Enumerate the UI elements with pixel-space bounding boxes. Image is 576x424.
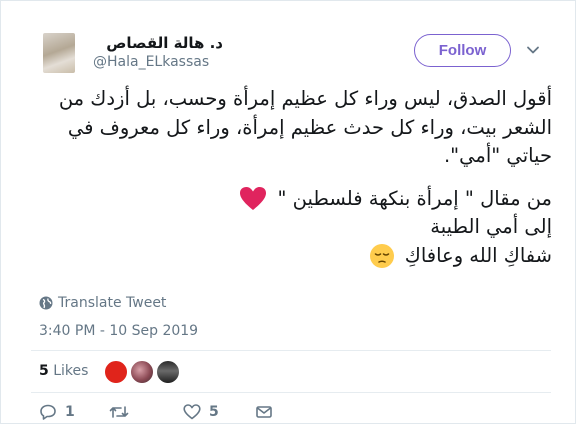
likes-number: 5 xyxy=(39,363,49,379)
follow-button[interactable]: Follow xyxy=(414,34,511,67)
likes-count[interactable]: 5 Likes xyxy=(39,363,88,379)
direct-message-button[interactable] xyxy=(255,404,273,420)
tweet-card: د. هالة القصاص @Hala_ELkassas Follow أقو… xyxy=(0,0,576,424)
retweet-icon xyxy=(109,406,129,418)
like-button[interactable]: 5 xyxy=(183,404,219,420)
chevron-down-icon[interactable] xyxy=(526,43,540,57)
liker-avatar[interactable] xyxy=(130,360,154,384)
tweet-line: أقول الصدق، ليس وراء كل عظيم إمرأة وحسب،… xyxy=(58,87,552,110)
timestamp[interactable]: 3:40 PM - 10 Sep 2019 xyxy=(39,323,198,339)
divider xyxy=(31,350,551,351)
likes-label: Likes xyxy=(53,363,89,379)
like-count: 5 xyxy=(209,404,219,420)
tweet-line: إلى أمي الطيبة xyxy=(430,215,552,238)
red-heart-icon xyxy=(240,187,267,210)
tweet-line: حياتي "أمي". xyxy=(443,144,552,167)
globe-icon xyxy=(39,296,53,310)
liker-avatar[interactable] xyxy=(104,360,128,384)
user-handle[interactable]: @Hala_ELkassas xyxy=(93,54,209,70)
retweet-button[interactable] xyxy=(109,404,137,420)
user-name[interactable]: د. هالة القصاص xyxy=(93,34,223,52)
tweet-line-text: شفاكِ الله وعافاكِ xyxy=(404,243,552,267)
liker-avatar[interactable] xyxy=(156,360,180,384)
reply-count: 1 xyxy=(65,404,75,420)
translate-tweet-link[interactable]: Translate Tweet xyxy=(39,295,166,311)
reply-button[interactable]: 1 xyxy=(39,404,75,420)
avatar[interactable] xyxy=(43,33,75,73)
liker-avatars xyxy=(104,358,194,384)
heart-outline-icon xyxy=(183,404,201,420)
divider xyxy=(31,392,551,393)
tweet-line: الشعر بيت، وراء كل حدث عظيم إمرأة، وراء … xyxy=(67,115,552,139)
envelope-icon xyxy=(256,406,272,418)
tweet-text: أقول الصدق، ليس وراء كل عظيم إمرأة وحسب،… xyxy=(31,85,552,270)
translate-label: Translate Tweet xyxy=(58,295,167,311)
tweet-line: من مقال " إمرأة بنكهة فلسطين " xyxy=(31,185,552,214)
tweet-line-text: من مقال " إمرأة بنكهة فلسطين " xyxy=(277,186,552,210)
pensive-face-icon xyxy=(369,244,394,268)
tweet-line: شفاكِ الله وعافاكِ xyxy=(31,242,552,271)
reply-icon xyxy=(40,404,56,420)
